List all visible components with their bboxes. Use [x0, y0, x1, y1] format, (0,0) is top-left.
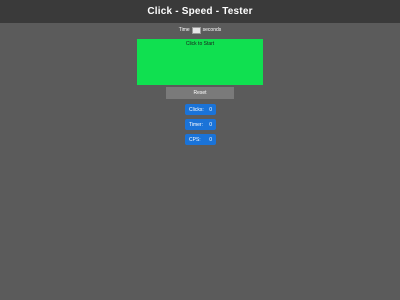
click-area-button[interactable]: Click to Start — [137, 39, 263, 85]
clicks-value: 0 — [209, 106, 212, 113]
clicks-counter: Clicks: 0 — [185, 104, 216, 115]
click-area-label: Click to Start — [185, 41, 215, 47]
reset-button[interactable]: Reset — [166, 87, 234, 99]
time-setting-row: Time seconds — [0, 25, 400, 35]
cps-label: CPS: — [189, 136, 201, 143]
cps-counter: CPS: 0 — [185, 134, 216, 145]
clicks-label: Clicks: — [189, 106, 204, 113]
time-label: Time — [178, 27, 190, 33]
cps-value: 0 — [209, 136, 212, 143]
seconds-label: seconds — [202, 27, 222, 33]
app-title: Click - Speed - Tester — [147, 6, 253, 17]
app-header: Click - Speed - Tester — [0, 0, 400, 23]
timer-counter: Timer: 0 — [185, 119, 216, 130]
timer-label: Timer: — [189, 121, 203, 128]
time-input[interactable] — [191, 26, 201, 34]
timer-value: 0 — [209, 121, 212, 128]
